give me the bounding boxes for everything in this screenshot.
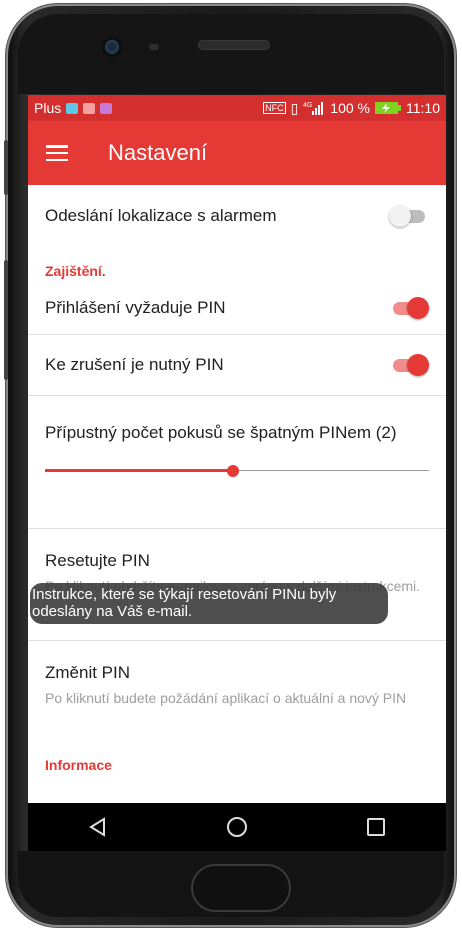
battery-percent: 100 %: [330, 100, 370, 116]
earpiece-speaker: [198, 40, 270, 50]
notification-app-icon: [66, 102, 79, 114]
screen: Plus NFC ▯ 4G 100 % 11:10 Nastavení Odes…: [28, 95, 446, 803]
system-nav-bar: [28, 803, 446, 851]
cancel-pin-switch[interactable]: [389, 353, 429, 377]
proximity-sensor: [149, 44, 159, 50]
battery-charging-icon: [375, 102, 401, 114]
page-title: Nastavení: [108, 140, 208, 165]
login-pin-row[interactable]: Přihlášení vyžaduje PIN: [28, 282, 446, 334]
carrier-label: Plus: [34, 100, 62, 116]
app-bar: Nastavení: [28, 121, 446, 185]
login-pin-switch[interactable]: [389, 296, 429, 320]
toast-line-1: Instrukce, které se týkají resetování PI…: [32, 586, 337, 603]
recents-square-icon[interactable]: [356, 807, 396, 847]
phone-frame: Plus NFC ▯ 4G 100 % 11:10 Nastavení Odes…: [0, 0, 462, 931]
section-header-security: Zajištění.: [45, 263, 106, 279]
login-pin-label: Přihlášení vyžaduje PIN: [45, 298, 226, 317]
slider-thumb[interactable]: [227, 465, 240, 477]
signal-icon: 4G: [303, 102, 324, 115]
change-pin-item[interactable]: Změnit PIN Po kliknutí budete požádání a…: [28, 641, 446, 759]
hamburger-menu-icon[interactable]: [46, 145, 68, 161]
section-header-info: Informace: [45, 757, 112, 773]
pin-attempts-label: Přípustný počet pokusů se špatným PINem …: [45, 423, 397, 442]
clock: 11:10: [406, 100, 440, 116]
location-alarm-switch[interactable]: [389, 204, 429, 228]
phone-top-bezel: [18, 14, 444, 94]
status-bar: Plus NFC ▯ 4G 100 % 11:10: [28, 95, 446, 121]
volume-button: [4, 140, 8, 195]
vibrate-icon: ▯: [290, 99, 299, 116]
pin-attempts-setting: Přípustný počet pokusů se špatným PINem …: [28, 396, 446, 528]
notification-gallery-icon: [100, 102, 113, 114]
home-circle-icon[interactable]: [217, 807, 257, 847]
notification-mail-icon: [83, 102, 96, 114]
hardware-home-button[interactable]: [191, 864, 291, 912]
location-alarm-row[interactable]: Odeslání lokalizace s alarmem: [28, 185, 446, 247]
reset-pin-title: Resetujte PIN: [45, 551, 150, 570]
cancel-pin-row[interactable]: Ke zrušení je nutný PIN: [28, 335, 446, 395]
nfc-icon: NFC: [263, 102, 286, 114]
toast-line-2: odeslány na Váš e-mail.: [32, 603, 193, 620]
pin-attempts-slider[interactable]: [45, 461, 429, 481]
change-pin-summary: Po kliknutí budete požádání aplikací o a…: [45, 690, 407, 706]
location-alarm-label: Odeslání lokalizace s alarmem: [45, 206, 277, 225]
side-button: [4, 260, 8, 380]
slider-fill: [45, 469, 234, 472]
cancel-pin-label: Ke zrušení je nutný PIN: [45, 355, 224, 374]
change-pin-title: Změnit PIN: [45, 663, 131, 682]
front-camera-icon: [105, 40, 119, 54]
toast-message: Instrukce, které se týkají resetování PI…: [30, 583, 388, 624]
svg-text:4G: 4G: [303, 102, 312, 109]
back-triangle-icon[interactable]: [78, 807, 118, 847]
